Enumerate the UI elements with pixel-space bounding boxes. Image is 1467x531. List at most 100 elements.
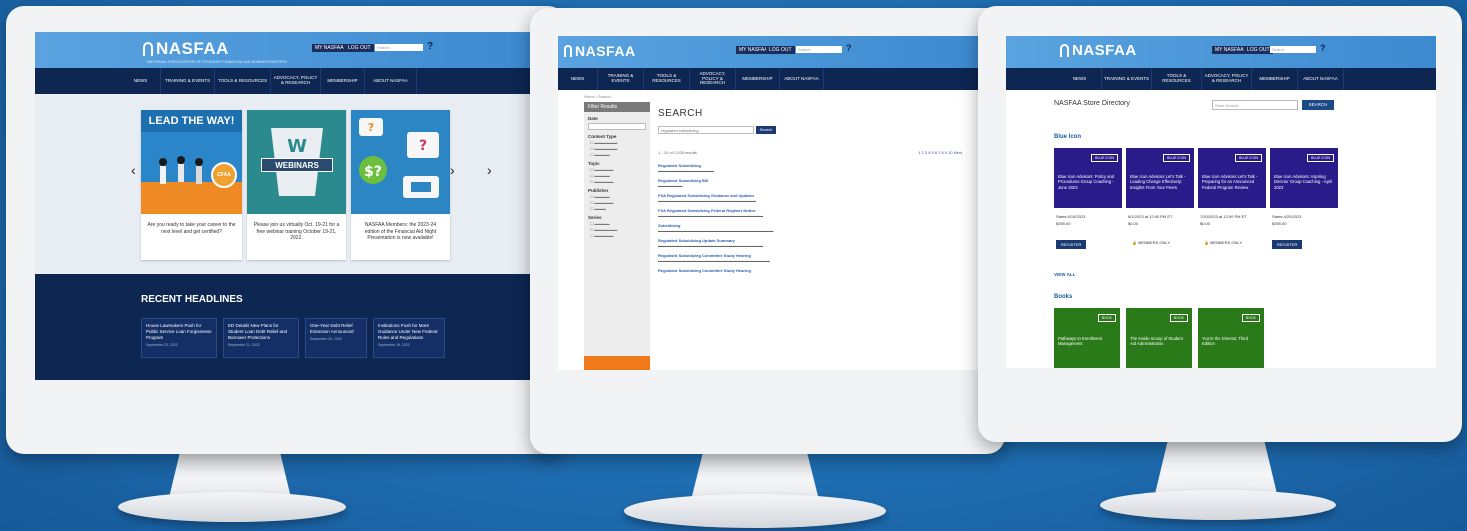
webinars-banner: W WEBINARS <box>247 110 346 214</box>
product-image: BLUE ICON Blue Icon Advisors: Policy and… <box>1054 148 1122 208</box>
nav-advocacy[interactable]: ADVOCACY, POLICY & RESEARCH <box>271 68 321 94</box>
filter-option[interactable]: ☐ ▬▬▬▬ <box>590 194 644 199</box>
filter-date-label: Date <box>588 116 598 121</box>
nav-training[interactable]: TRAINING & EVENTS <box>161 68 215 94</box>
view-all-link[interactable]: VIEW ALL <box>1054 272 1075 277</box>
logo-arch-icon <box>143 42 153 56</box>
result-title[interactable]: Regulated Subsidizing Committee Study He… <box>658 268 958 273</box>
filter-option[interactable]: ☐ ▬▬▬▬▬ <box>590 179 644 184</box>
nav-news[interactable]: NEWS <box>1058 68 1102 90</box>
filter-option[interactable]: ☐ ▬▬▬ <box>590 206 644 211</box>
headline-card[interactable]: House Lawmakers Push for Public Service … <box>141 318 217 358</box>
filter-option[interactable]: ☐ ▬▬▬▬▬▬ <box>590 227 644 232</box>
nav-training[interactable]: TRAINING & EVENTS <box>1102 68 1152 90</box>
search-page-screen: NASFAA MY NASFAA LOG OUT Search ? NEWS T… <box>558 36 978 370</box>
headlines-heading: RECENT HEADLINES <box>141 294 243 305</box>
svg-text:?: ? <box>419 138 427 154</box>
nav-membership[interactable]: MEMBERSHIP <box>321 68 365 94</box>
product-name: Blue Icon Advisors Let's Talk - Leading … <box>1130 174 1186 190</box>
result-title[interactable]: FSA Regulated Subsidizing Federal Regist… <box>658 208 958 213</box>
result-title[interactable]: Regulated Subsidizing Committee Study He… <box>658 253 958 258</box>
product-card[interactable]: BLUE ICON Blue Icon Advisors: Policy and… <box>1054 148 1122 260</box>
carousel-prev-arrow[interactable]: ‹ <box>131 162 136 178</box>
filter-option[interactable]: ☐ ▬▬▬▬ <box>590 152 644 157</box>
register-button[interactable]: REGISTER <box>1056 240 1087 249</box>
carousel-next-icon[interactable]: › <box>487 162 492 178</box>
search-input[interactable]: Search <box>796 46 842 53</box>
carousel: ‹ › › LEAD THE WAY! CFAA Are you ready t… <box>35 94 539 274</box>
search-input[interactable]: Search <box>375 44 423 51</box>
nav-tools[interactable]: TOOLS & RESOURCES <box>215 68 271 94</box>
headline-card[interactable]: Institutions Push for More Guidance Unde… <box>373 318 445 358</box>
nav-about[interactable]: ABOUT NASFAA <box>365 68 417 94</box>
search-input[interactable]: Search <box>1270 46 1316 53</box>
nasfaa-logo[interactable]: NASFAA <box>564 43 636 59</box>
log-out-button[interactable]: LOG OUT <box>345 44 374 52</box>
product-card[interactable]: BLUE ICON Blue Icon Advisors Let's Talk … <box>1198 148 1266 260</box>
book-card[interactable]: BOOK Pathways to Enrollment Management <box>1054 308 1120 368</box>
result-title[interactable]: Regulated Subsidizing Bill <box>658 178 958 183</box>
nav-advocacy[interactable]: ADVOCACY, POLICY & RESEARCH <box>690 68 736 90</box>
nav-advocacy[interactable]: ADVOCACY, POLICY & RESEARCH <box>1202 68 1252 90</box>
result-title[interactable]: Subsidizing <box>658 223 958 228</box>
nav-about[interactable]: ABOUT NASFAA <box>780 68 824 90</box>
help-icon[interactable]: ? <box>427 41 433 52</box>
product-card[interactable]: BLUE ICON Blue Icon Advisors: Aspiring D… <box>1270 148 1338 260</box>
product-badge: BOOK <box>1097 314 1116 322</box>
nav-news[interactable]: NEWS <box>121 68 161 94</box>
my-nasfaa-button[interactable]: MY NASFAA <box>1212 46 1247 54</box>
help-icon[interactable]: ? <box>1320 43 1326 53</box>
nav-membership[interactable]: MEMBERSHIP <box>736 68 780 90</box>
pagination[interactable]: 1 2 3 4 5 6 7 8 9 10 Next <box>918 150 962 155</box>
filter-option[interactable]: ☐ ▬▬▬▬▬ <box>590 200 644 205</box>
nasfaa-logo[interactable]: NASFAA <box>143 39 229 59</box>
carousel-card-cfaa[interactable]: LEAD THE WAY! CFAA Are you ready to take… <box>141 110 242 260</box>
nav-training[interactable]: TRAINING & EVENTS <box>598 68 644 90</box>
book-card[interactable]: BOOK You're the Director, Third Edition <box>1198 308 1264 368</box>
nav-about[interactable]: ABOUT NASFAA <box>1298 68 1344 90</box>
carousel-card-financial-aid[interactable]: ? ? $? NASFAA Members: the 2023-24 editi… <box>351 110 450 260</box>
search-button[interactable]: Search <box>756 126 776 134</box>
help-icon[interactable]: ? <box>846 43 852 53</box>
store-page-screen: NASFAA MY NASFAA LOG OUT Search ? NEWS T… <box>1006 36 1436 368</box>
store-search-button[interactable]: SEARCH <box>1302 100 1334 110</box>
store-heading: NASFAA Store Directory <box>1054 100 1130 107</box>
filter-option[interactable]: ☐ ▬▬▬▬▬ <box>590 167 644 172</box>
log-out-button[interactable]: LOG OUT <box>766 46 795 54</box>
orange-promo-bar[interactable] <box>584 356 650 370</box>
product-badge: BOOK <box>1241 314 1260 322</box>
result-title[interactable]: Regulated Subsidizing Update Summary <box>658 238 958 243</box>
product-image: BLUE ICON Blue Icon Advisors Let's Talk … <box>1198 148 1266 208</box>
product-card[interactable]: BLUE ICON Blue Icon Advisors Let's Talk … <box>1126 148 1194 260</box>
log-out-button[interactable]: LOG OUT <box>1244 46 1273 54</box>
nav-membership[interactable]: MEMBERSHIP <box>1252 68 1298 90</box>
members-only-label: 🔒 MEMBERS ONLY <box>1204 240 1243 245</box>
result-title[interactable]: Regulated Subsidizing <box>658 163 958 168</box>
product-image: BOOK You're the Director, Third Edition <box>1198 308 1264 368</box>
filter-option[interactable]: ☐ ▬▬▬▬▬ <box>590 233 644 238</box>
nav-tools[interactable]: TOOLS & RESOURCES <box>1152 68 1202 90</box>
result-title[interactable]: FSA Regulated Subsidizing Guidance and U… <box>658 193 958 198</box>
nasfaa-logo[interactable]: NASFAA <box>1060 42 1137 59</box>
site-header: NASFAA MY NASFAA LOG OUT Search ? <box>1006 36 1436 68</box>
filter-option[interactable]: ☐ ▬▬▬▬▬▬ <box>590 146 644 151</box>
nav-news[interactable]: NEWS <box>558 68 598 90</box>
filter-option[interactable]: ☐ ▬▬▬▬▬▬ <box>590 140 644 145</box>
result-snippet: ▬▬▬▬▬▬▬▬▬▬▬▬▬▬▬▬▬▬▬▬▬▬▬▬▬▬▬▬▬▬▬▬▬ <box>658 229 774 233</box>
search-query-input[interactable]: regulated subsidizing <box>658 126 754 134</box>
logo-arch-icon <box>564 45 572 57</box>
filter-option[interactable]: ☐ ▬▬▬▬ <box>590 173 644 178</box>
my-nasfaa-button[interactable]: MY NASFAA <box>312 44 347 52</box>
monitor-left: NASFAA NATIONAL ASSOCIATION OF STUDENT F… <box>6 6 566 454</box>
carousel-card-webinars[interactable]: W WEBINARS Please join us virtually Oct.… <box>247 110 346 260</box>
carousel-next-arrow[interactable]: › <box>450 162 455 178</box>
product-badge: BLUE ICON <box>1163 154 1190 162</box>
headline-card[interactable]: ED Details New Plans for Student Loan De… <box>223 318 299 358</box>
nav-tools[interactable]: TOOLS & RESOURCES <box>644 68 690 90</box>
book-card[interactable]: BOOK The Inside Scoop of Student Aid Adm… <box>1126 308 1192 368</box>
filter-option[interactable]: ☐ ▬▬▬▬ <box>590 221 644 226</box>
headline-card[interactable]: One-Year Debt Relief Extension Announced… <box>305 318 367 358</box>
date-range-input[interactable] <box>588 123 646 130</box>
store-search-input[interactable]: Store Search <box>1212 100 1298 110</box>
register-button[interactable]: REGISTER <box>1272 240 1303 249</box>
